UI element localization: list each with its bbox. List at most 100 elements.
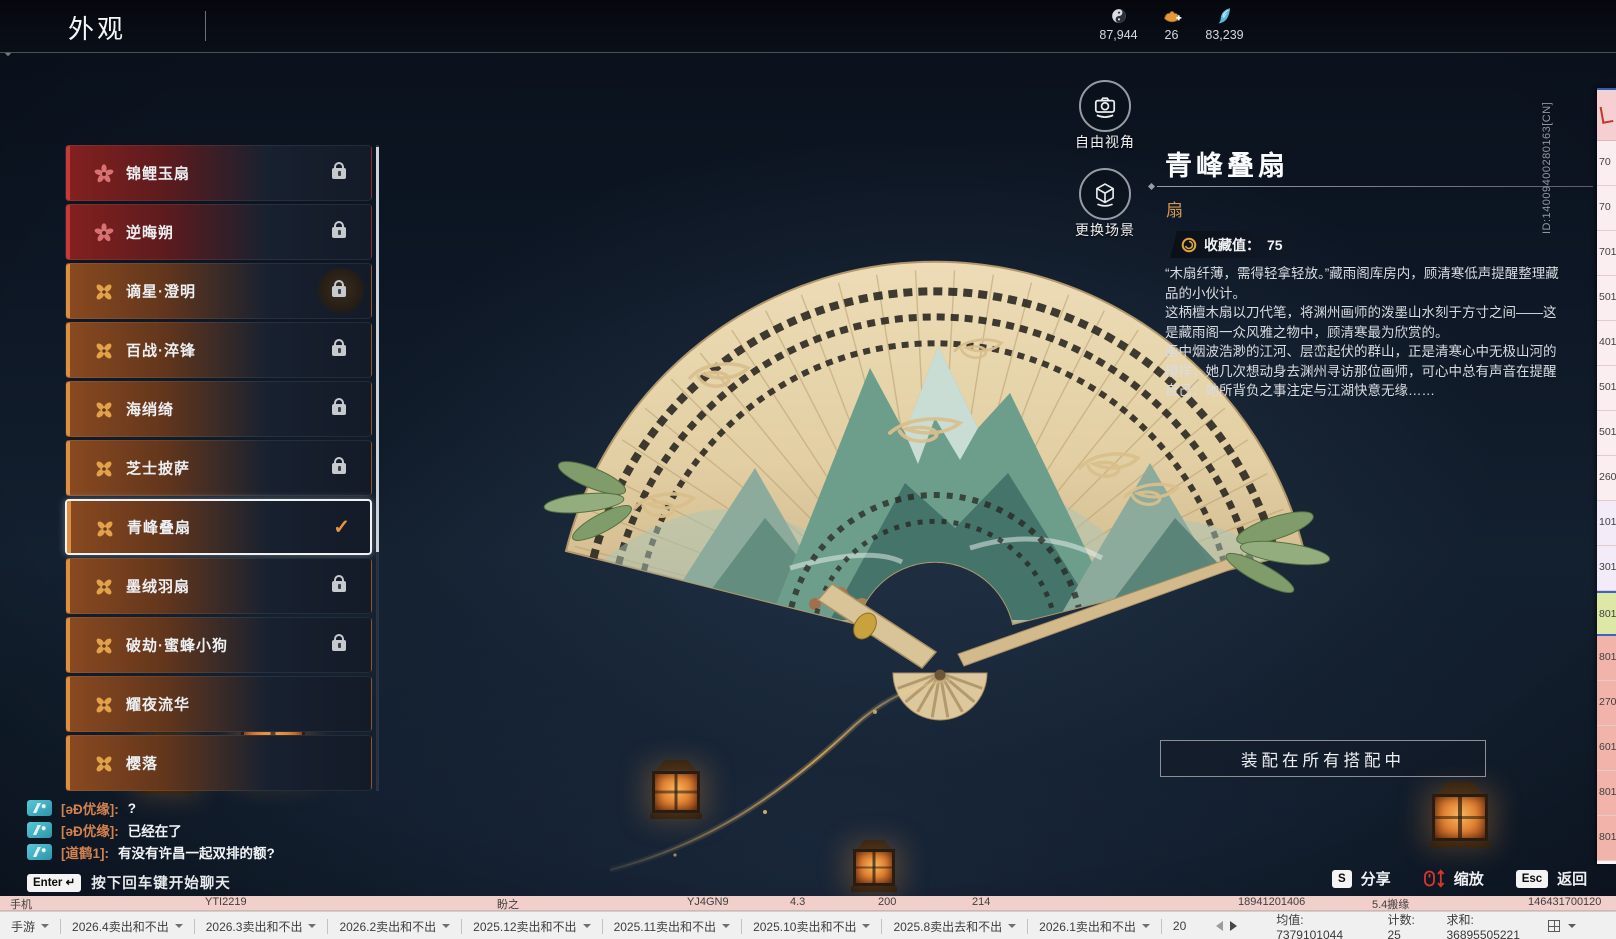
chevron-down-icon [41,924,49,932]
chevron-down-icon [1008,924,1016,932]
petal-cluster-icon [94,341,114,361]
spreadsheet-cell: 214 [972,896,990,908]
item-label: 百战·淬锋 [126,340,196,361]
equip-all-outfits-button[interactable]: 装配在所有搭配中 [1160,740,1486,777]
lock-icon [332,581,346,592]
item-label: 芝士披萨 [126,458,190,479]
chevron-down-icon[interactable] [1568,924,1576,932]
sidebar-item[interactable]: 锦鲤玉扇 [65,145,372,201]
sheet-tab[interactable]: 2025.11卖出和不出 [603,918,742,935]
spreadsheet-cell: 301 [1597,546,1616,591]
free-camera-button[interactable] [1079,80,1131,132]
sheet-tab-bar: 手游 2026.4卖出和不出 2026.3卖出和不出 2026.2卖出和不出 2… [0,911,1616,939]
sidebar-item[interactable]: 海绡绮 [65,381,372,437]
blossom-icon [94,223,114,243]
lock-icon [332,640,346,651]
tier-bar [66,146,70,200]
collection-value: 75 [1267,237,1283,253]
sheet-tab[interactable]: 2025.8卖出去和不出 [882,918,1027,935]
chat-text: 有没有许昌一起双排的额? [118,842,275,862]
tab-scroll-right-icon[interactable] [1230,921,1242,931]
currency-breeze[interactable]: 83,239 [1198,6,1251,42]
item-label: 樱落 [126,753,158,774]
petal-cluster-icon [94,636,114,656]
back-label[interactable]: 返回 [1557,868,1587,889]
sheet-tab-label: 2025.10卖出和不出 [753,918,856,935]
item-label: 逆晦朔 [126,222,174,243]
coin-icon [1109,6,1129,26]
currency-coin[interactable]: 87,944 [1092,6,1145,42]
account-id-watermark: ID:14009400280163[CN] [1541,84,1553,234]
sidebar-item[interactable]: 耀夜流华 [65,676,372,732]
sheet-tab[interactable]: 2025.12卖出和不出 [462,918,601,935]
chat-sender: [ǝĐ优缘]: [61,820,119,840]
gold-ingot-icon [1161,6,1183,26]
sheet-tab[interactable]: 2026.3卖出和不出 [195,918,328,935]
chat-input-hint[interactable]: Enter ↵ 按下回车键开始聊天 [27,872,275,893]
currency-bar: 87,944 26 83,239 [1092,6,1251,42]
sheet-statistics: 均值: 7379101044 计数: 25 求和: 36895505221 [1276,911,1548,939]
spreadsheet-cell: 801 [1597,771,1616,816]
sidebar-item[interactable]: 谪星·澄明 [65,263,372,319]
avg-label: 均值: [1276,913,1303,927]
top-bar: 外观 87,944 26 83,239 [0,0,1616,53]
description-paragraph: “木扇纤薄，需得轻拿轻放。”藏雨阁库房内，顾清寒低声提醒整理藏品的小伙计。 [1165,264,1559,303]
item-label: 墨绒羽扇 [126,576,190,597]
lock-icon [332,345,346,356]
change-scene-label: 更换场景 [1059,220,1151,240]
spreadsheet-cell: 4.3 [790,896,805,908]
sidebar-item[interactable]: 破劫·蜜蜂小狗 [65,617,372,673]
sidebar-item[interactable]: 芝士披萨 [65,440,372,496]
item-label: 谪星·澄明 [126,281,196,302]
spreadsheet-header-cell [1597,90,1616,141]
game-footer-buttons: S 分享 缩放 Esc 返回 [1332,868,1587,889]
screenshot-root: 外观 87,944 26 83,239 锦鲤玉扇 逆晦朔 谪星·澄明 [0,0,1616,939]
spreadsheet-cell: YJ4GN9 [687,896,729,908]
share-label[interactable]: 分享 [1361,868,1391,889]
page-title: 外观 [68,9,126,46]
spreadsheet-cell: 801 [1597,816,1616,861]
sheet-tab[interactable]: 20 [1162,919,1197,933]
chevron-down-icon [442,924,450,932]
sidebar-item[interactable]: 樱落 [65,735,372,791]
sidebar-item[interactable]: 墨绒羽扇 [65,558,372,614]
tier-bar [66,205,70,259]
sheet-tab[interactable]: 2026.4卖出和不出 [61,918,194,935]
zoom-label[interactable]: 缩放 [1454,868,1484,889]
item-label: 海绡绮 [126,399,174,420]
tier-bar [66,559,70,613]
tier-bar [66,323,70,377]
free-camera-label: 自由视角 [1059,132,1151,152]
title-underline [1157,186,1593,187]
spreadsheet-cell: 5.4搬缘 [1372,896,1409,911]
sheet-tab[interactable]: 2026.2卖出和不出 [328,918,461,935]
sheet-tab[interactable]: 2026.1卖出和不出 [1028,918,1161,935]
spreadsheet-cell: 601 [1597,726,1616,771]
tier-bar [66,736,70,790]
sum-label: 求和: [1446,913,1473,927]
sidebar-item-selected[interactable]: 青峰叠扇✓ [65,499,372,555]
spreadsheet-cell: 260 [1597,456,1616,501]
sheet-tab-label: 20 [1173,919,1186,933]
currency-ingot[interactable]: 26 [1145,6,1198,42]
lantern [850,840,898,896]
sheet-tab[interactable]: 2025.10卖出和不出 [742,918,881,935]
currency-breeze-value: 83,239 [1205,28,1243,42]
change-scene-button[interactable] [1079,168,1131,220]
share-keycap[interactable]: S [1332,870,1352,888]
tier-bar [66,618,70,672]
sidebar-item[interactable]: 逆晦朔 [65,204,372,260]
collection-value-badge: 收藏值： 75 [1170,231,1303,258]
sidebar-item[interactable]: 百战·淬锋 [65,322,372,378]
sheet-grid-icon[interactable] [1548,920,1560,932]
chat-sender: [ǝĐ优缘]: [61,798,119,818]
chevron-down-icon [722,924,730,932]
sheet-tab[interactable]: 手游 [0,918,60,935]
tier-bar [66,677,70,731]
sidebar-scrollbar-thumb[interactable] [376,147,379,552]
tab-scroll-left-icon[interactable] [1211,921,1223,931]
sheet-tab-label: 2025.8卖出去和不出 [893,918,1002,935]
petal-cluster-icon [94,400,114,420]
chat-message: [道鹤1]:有没有许昌一起双排的额? [27,841,275,863]
esc-keycap[interactable]: Esc [1516,870,1548,888]
